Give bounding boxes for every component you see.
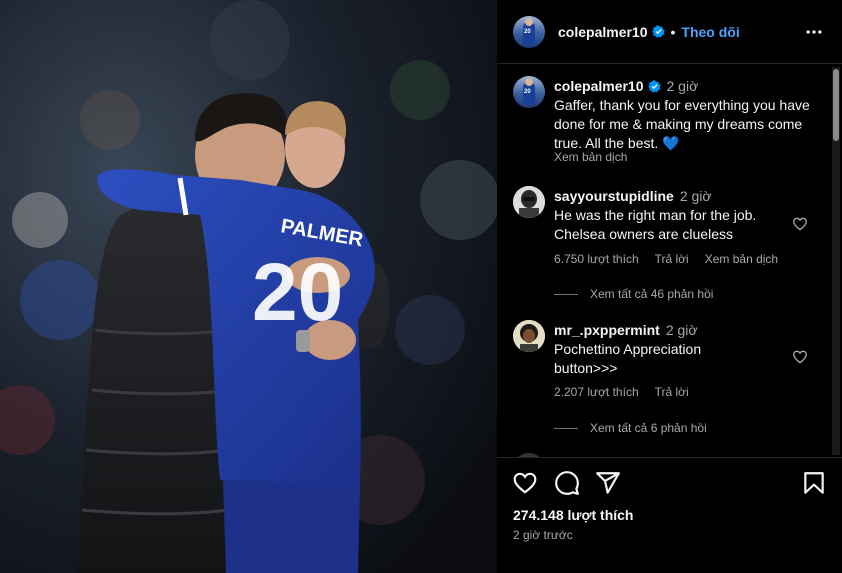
comment-avatar-image <box>513 320 545 352</box>
follow-button[interactable]: Theo dõi <box>681 24 739 40</box>
replies-line <box>554 427 578 429</box>
comment-time: 2 giờ <box>679 188 712 204</box>
comment-text: Pochettino Appreciation button>>> <box>554 341 702 376</box>
comment-translate-link[interactable]: Xem bản dịch <box>705 252 778 266</box>
comment: mr_.pxppermint 2 giờ Pochettino Appreciat… <box>554 321 816 378</box>
comment-like-icon[interactable] <box>792 349 808 365</box>
caption: colepalmer10 2 giờ Gaffer, thank you for … <box>554 77 816 153</box>
divider <box>497 457 842 458</box>
comment-username[interactable]: sayyourstupidline <box>554 188 674 204</box>
view-replies-button[interactable]: Xem tất cả 46 phản hồi <box>554 287 713 301</box>
comments-list[interactable]: 20 colepalmer10 2 giờ Gaffer, thank you f… <box>497 65 842 457</box>
scrollbar[interactable] <box>832 67 840 455</box>
comment-icon[interactable] <box>554 470 580 496</box>
comment-username[interactable]: mr_.pxppermint <box>554 322 660 338</box>
separator-dot: • <box>670 23 676 40</box>
bookmark-icon[interactable] <box>801 470 827 496</box>
scrollbar-thumb[interactable] <box>833 69 839 141</box>
view-replies-label: Xem tất cả 46 phản hồi <box>590 287 714 301</box>
post-photo[interactable]: PALMER 20 <box>0 0 497 573</box>
post-side-panel: 20 colepalmer10 • Theo dõi 20 colepalmer… <box>497 0 842 573</box>
avatar[interactable]: 20 <box>513 15 545 48</box>
comment-avatar[interactable] <box>513 320 545 352</box>
more-options-icon[interactable] <box>804 22 824 42</box>
action-bar <box>497 470 842 500</box>
avatar-number: 20 <box>524 28 531 35</box>
comment-like-icon[interactable] <box>792 216 808 232</box>
view-replies-label: Xem tất cả 6 phản hồi <box>590 421 707 435</box>
replies-line <box>554 293 578 295</box>
comment-likes[interactable]: 6.750 lượt thích <box>554 252 639 266</box>
heart-icon[interactable] <box>512 470 538 496</box>
comment-reply-button[interactable]: Trả lời <box>655 385 689 399</box>
comment-avatar-image <box>513 186 545 218</box>
caption-username[interactable]: colepalmer10 <box>554 78 644 94</box>
caption-time: 2 giờ <box>666 78 699 94</box>
comment-avatar[interactable] <box>513 186 545 218</box>
share-icon[interactable] <box>595 470 621 496</box>
post-image: PALMER 20 <box>0 0 497 573</box>
comment-time: 2 giờ <box>665 322 698 338</box>
post-timestamp: 2 giờ trước <box>513 528 573 542</box>
comment-meta: 6.750 lượt thích Trả lời Xem bản dịch <box>554 252 794 266</box>
caption-translate-link[interactable]: Xem bản dịch <box>554 150 627 164</box>
view-replies-button[interactable]: Xem tất cả 6 phản hồi <box>554 421 707 435</box>
verified-badge-icon <box>647 80 661 93</box>
verified-badge-icon <box>651 25 665 38</box>
comment-reply-button[interactable]: Trả lời <box>655 252 689 266</box>
header-username[interactable]: colepalmer10 <box>558 24 648 40</box>
caption-avatar[interactable]: 20 <box>513 76 545 108</box>
post-likes-count[interactable]: 274.148 lượt thích <box>513 507 633 523</box>
caption-avatar-number: 20 <box>524 89 531 95</box>
comment-meta: 2.207 lượt thích Trả lời <box>554 385 705 399</box>
comment: sayyourstupidline 2 giờ He was the right … <box>554 187 816 244</box>
caption-text: Gaffer, thank you for everything you hav… <box>554 97 810 151</box>
post-header: 20 colepalmer10 • Theo dõi <box>497 0 842 64</box>
comment-likes[interactable]: 2.207 lượt thích <box>554 385 639 399</box>
comment-text: He was the right man for the job. Chelse… <box>554 207 757 242</box>
jersey-number: 20 <box>252 247 343 338</box>
